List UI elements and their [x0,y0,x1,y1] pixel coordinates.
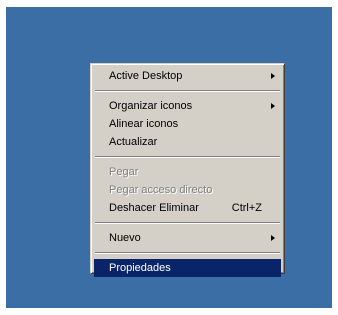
menu-separator [95,252,280,254]
menu-separator [95,222,280,224]
menu-separator [95,156,280,158]
menu-item-label: Pegar acceso directo [109,184,213,196]
menu-item-pegar: Pegar [94,163,281,181]
menu-item-label: Organizar iconos [109,100,193,112]
menu-item-label: Alinear iconos [109,118,179,130]
menu-item-active-desktop[interactable]: Active Desktop [94,67,281,85]
submenu-arrow-icon [271,103,275,109]
menu-item-pegar-acceso-directo: Pegar acceso directo [94,181,281,199]
menu-item-actualizar[interactable]: Actualizar [94,133,281,151]
menu-item-shortcut: Ctrl+Z [231,202,262,214]
menu-item-label: Deshacer Eliminar [109,202,199,214]
menu-item-label: Nuevo [109,232,141,244]
desktop-background[interactable]: Active Desktop Organizar iconos Alinear … [6,7,332,308]
menu-item-label: Pegar [109,166,139,178]
menu-item-propiedades[interactable]: Propiedades [94,259,281,277]
menu-item-deshacer-eliminar[interactable]: Deshacer Eliminar Ctrl+Z [94,199,281,217]
menu-item-label: Propiedades [109,262,171,274]
menu-item-organizar-iconos[interactable]: Organizar iconos [94,97,281,115]
submenu-arrow-icon [271,73,275,79]
desktop-context-menu: Active Desktop Organizar iconos Alinear … [90,63,285,277]
menu-separator [95,90,280,92]
menu-item-label: Actualizar [109,136,158,148]
submenu-arrow-icon [271,235,275,241]
menu-item-label: Active Desktop [109,70,183,82]
menu-item-nuevo[interactable]: Nuevo [94,229,281,247]
menu-item-alinear-iconos[interactable]: Alinear iconos [94,115,281,133]
